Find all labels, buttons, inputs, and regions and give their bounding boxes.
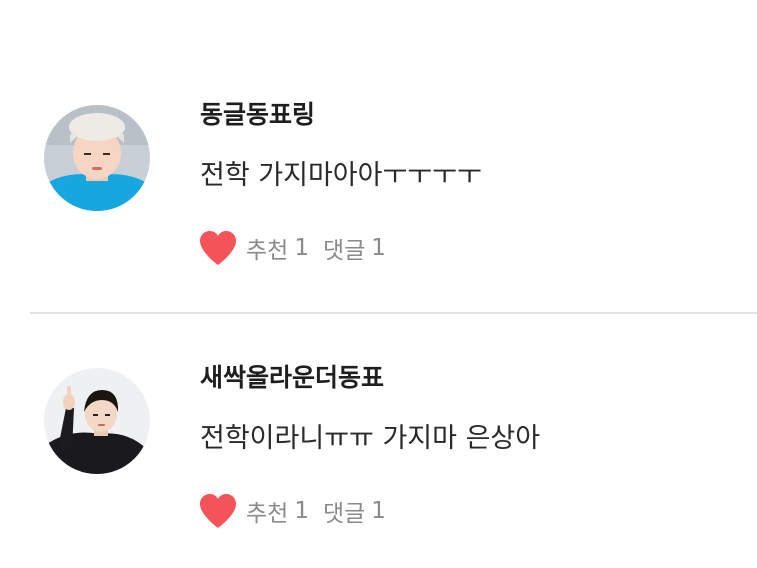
- reply-label: 댓글: [322, 238, 366, 264]
- recommend-count: 1: [294, 235, 309, 261]
- comment-actions: 추천 1 댓글 1: [198, 228, 386, 268]
- comment-actions: 추천 1 댓글 1: [198, 491, 386, 531]
- comment-username[interactable]: 동글동표링: [200, 95, 315, 131]
- user-avatar[interactable]: [44, 368, 150, 474]
- avatar-photo-icon: [44, 368, 150, 474]
- reply-button[interactable]: 댓글 1: [323, 231, 386, 265]
- heart-icon: [200, 231, 236, 265]
- comment-divider: [30, 312, 757, 314]
- comment-username[interactable]: 새싹올라운더동표: [200, 358, 384, 394]
- heart-icon: [200, 494, 236, 528]
- recommend-label: 추천: [246, 501, 289, 527]
- recommend-count: 1: [294, 498, 309, 524]
- reply-count: 1: [371, 235, 386, 261]
- user-avatar[interactable]: [44, 105, 150, 211]
- comment-text: 전학이라니ㅠㅠ 가지마 은상아: [200, 423, 541, 454]
- avatar-photo-icon: [44, 105, 150, 211]
- reply-label: 댓글: [322, 501, 366, 527]
- recommend-button[interactable]: 추천 1: [198, 493, 309, 529]
- recommend-button[interactable]: 추천 1: [198, 230, 309, 266]
- reply-button[interactable]: 댓글 1: [323, 494, 386, 528]
- reply-count: 1: [371, 498, 386, 524]
- comment-text: 전학 가지마아아ㅜㅜㅜㅜ: [200, 160, 482, 191]
- recommend-label: 추천: [246, 238, 289, 264]
